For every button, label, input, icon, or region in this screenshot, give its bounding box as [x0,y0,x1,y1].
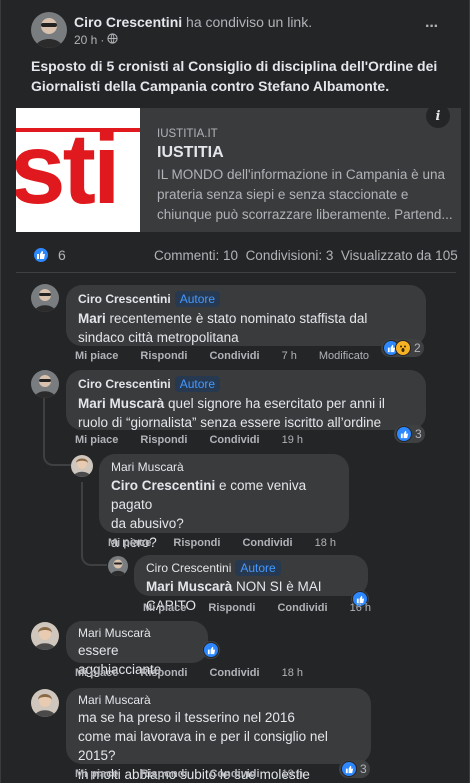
reply-button[interactable]: Rispondi [140,434,187,446]
reply-button[interactable]: Rispondi [208,602,255,614]
link-description: IL MONDO dell'informazione in Campania è… [157,167,453,222]
stats-divider [16,272,456,273]
comment-mention[interactable]: Mari Muscarà [78,396,164,411]
comment-avatar[interactable] [31,689,59,717]
like-button[interactable]: Mi piace [75,350,118,362]
comment-bubble: Ciro Crescentini Autore Mari Muscarà quel… [66,370,426,430]
comment-author[interactable]: Mari Muscarà [78,693,151,707]
share-button[interactable]: Condividi [209,667,259,679]
reply-bubble: Mari Muscarà Ciro Crescentini e come ven… [99,454,349,550]
reply-author[interactable]: Mari Muscarà [111,460,184,474]
link-thumbnail-text: sti [16,113,121,225]
reply-button[interactable]: Rispondi [140,350,187,362]
like-reaction-icon [341,761,357,777]
post-action: ha condiviso un link. [186,14,313,30]
comment-mention[interactable]: Mari [78,311,106,326]
share-button[interactable]: Condividi [277,602,327,614]
info-icon-glyph: i [435,108,441,124]
link-domain: IUSTITIA.IT [157,128,218,140]
link-thumbnail: sti [16,108,140,232]
comment-time[interactable]: 19 h [282,434,303,446]
reply-author[interactable]: Ciro Crescentini [146,561,231,575]
comment-text-line1: ma se ha preso il tesserino nel 2016 [78,710,295,725]
comment-time[interactable]: 18 h [282,667,303,679]
comment-author[interactable]: Ciro Crescentini [78,292,171,306]
reaction-count: 3 [360,762,367,776]
like-reaction-icon [203,642,219,658]
comment-avatar[interactable] [31,284,59,312]
share-button[interactable]: Condividi [209,350,259,362]
post-time-dot: · [100,33,105,47]
comment-avatar[interactable] [31,370,59,398]
comment-reactions[interactable] [202,641,220,659]
like-button[interactable]: Mi piace [108,537,151,549]
like-button[interactable]: Mi piace [75,434,118,446]
comment-author[interactable]: Ciro Crescentini [78,377,171,391]
reply-mention[interactable]: Mari Muscarà [146,579,232,594]
comment-time[interactable]: 19 h [282,768,303,780]
reply-avatar[interactable] [108,556,128,576]
post-time[interactable]: 20 h [74,33,97,47]
likes-count[interactable]: 6 [58,247,66,263]
author-badge: Autore [174,291,221,307]
reply-avatar[interactable] [71,455,93,477]
like-button[interactable]: Mi piace [143,602,186,614]
comment-text: recentemente è stato nominato staffista … [78,311,368,345]
like-reaction-icon [396,426,412,442]
post-text: Esposto di 5 cronisti al Consiglio di di… [31,58,438,94]
comment-time[interactable]: 7 h [282,350,297,362]
comment-author[interactable]: Mari Muscarà [78,626,151,640]
info-icon[interactable]: i [426,104,450,128]
share-button[interactable]: Condividi [209,768,259,780]
reply-text-line2: da abusivo? [111,516,184,531]
comment-bubble: Ciro Crescentini Autore Mari recentemente… [66,285,426,346]
reply-time[interactable]: 18 h [315,537,336,549]
reply-button[interactable]: Rispondi [173,537,220,549]
author-badge: Autore [174,376,221,392]
post-author-avatar[interactable] [31,12,67,48]
post-author-name[interactable]: Ciro Crescentini [74,14,182,30]
globe-icon [107,33,118,47]
wow-reaction-icon [395,340,411,356]
reaction-count: 2 [414,341,421,355]
edited-label[interactable]: Modificato [319,350,369,362]
reply-button[interactable]: Rispondi [140,768,187,780]
link-title[interactable]: IUSTITIA [157,144,224,162]
reply-mention[interactable]: Ciro Crescentini [111,478,215,493]
share-button[interactable]: Condividi [242,537,292,549]
comment-bubble: Mari Muscarà ma se ha preso il tesserino… [66,688,371,782]
shares-count[interactable]: Condivisioni: 3 [246,248,334,263]
like-button[interactable]: Mi piace [75,768,118,780]
comment-text-line2: come mai lavorava in e per il consiglio … [78,729,328,763]
comment-reactions[interactable]: 3 [339,760,370,778]
comment-reactions[interactable]: 3 [394,425,425,443]
reply-time[interactable]: 16 h [350,602,371,614]
like-button[interactable]: Mi piace [75,667,118,679]
reply-button[interactable]: Rispondi [140,667,187,679]
reply-bubble: Ciro Crescentini Autore Mari Muscarà NON … [134,555,368,613]
link-preview[interactable]: sti IUSTITIA.IT IUSTITIA IL MONDO dell'i… [16,104,461,232]
author-badge: Autore [235,560,281,576]
more-options-icon[interactable]: ··· [425,18,439,36]
reaction-count: 3 [415,427,422,441]
reply-thread-line-nested [81,540,107,566]
comment-bubble: Mari Muscarà essere agghiacciante [66,621,208,677]
like-reaction-icon[interactable] [33,247,49,263]
share-button[interactable]: Condividi [209,434,259,446]
post-card: Ciro Crescentini ha condiviso un link. 2… [0,0,470,783]
comment-avatar[interactable] [31,622,59,650]
comments-count[interactable]: Commenti: 10 [154,248,238,263]
views-count[interactable]: Visualizzato da 105 [341,248,458,263]
